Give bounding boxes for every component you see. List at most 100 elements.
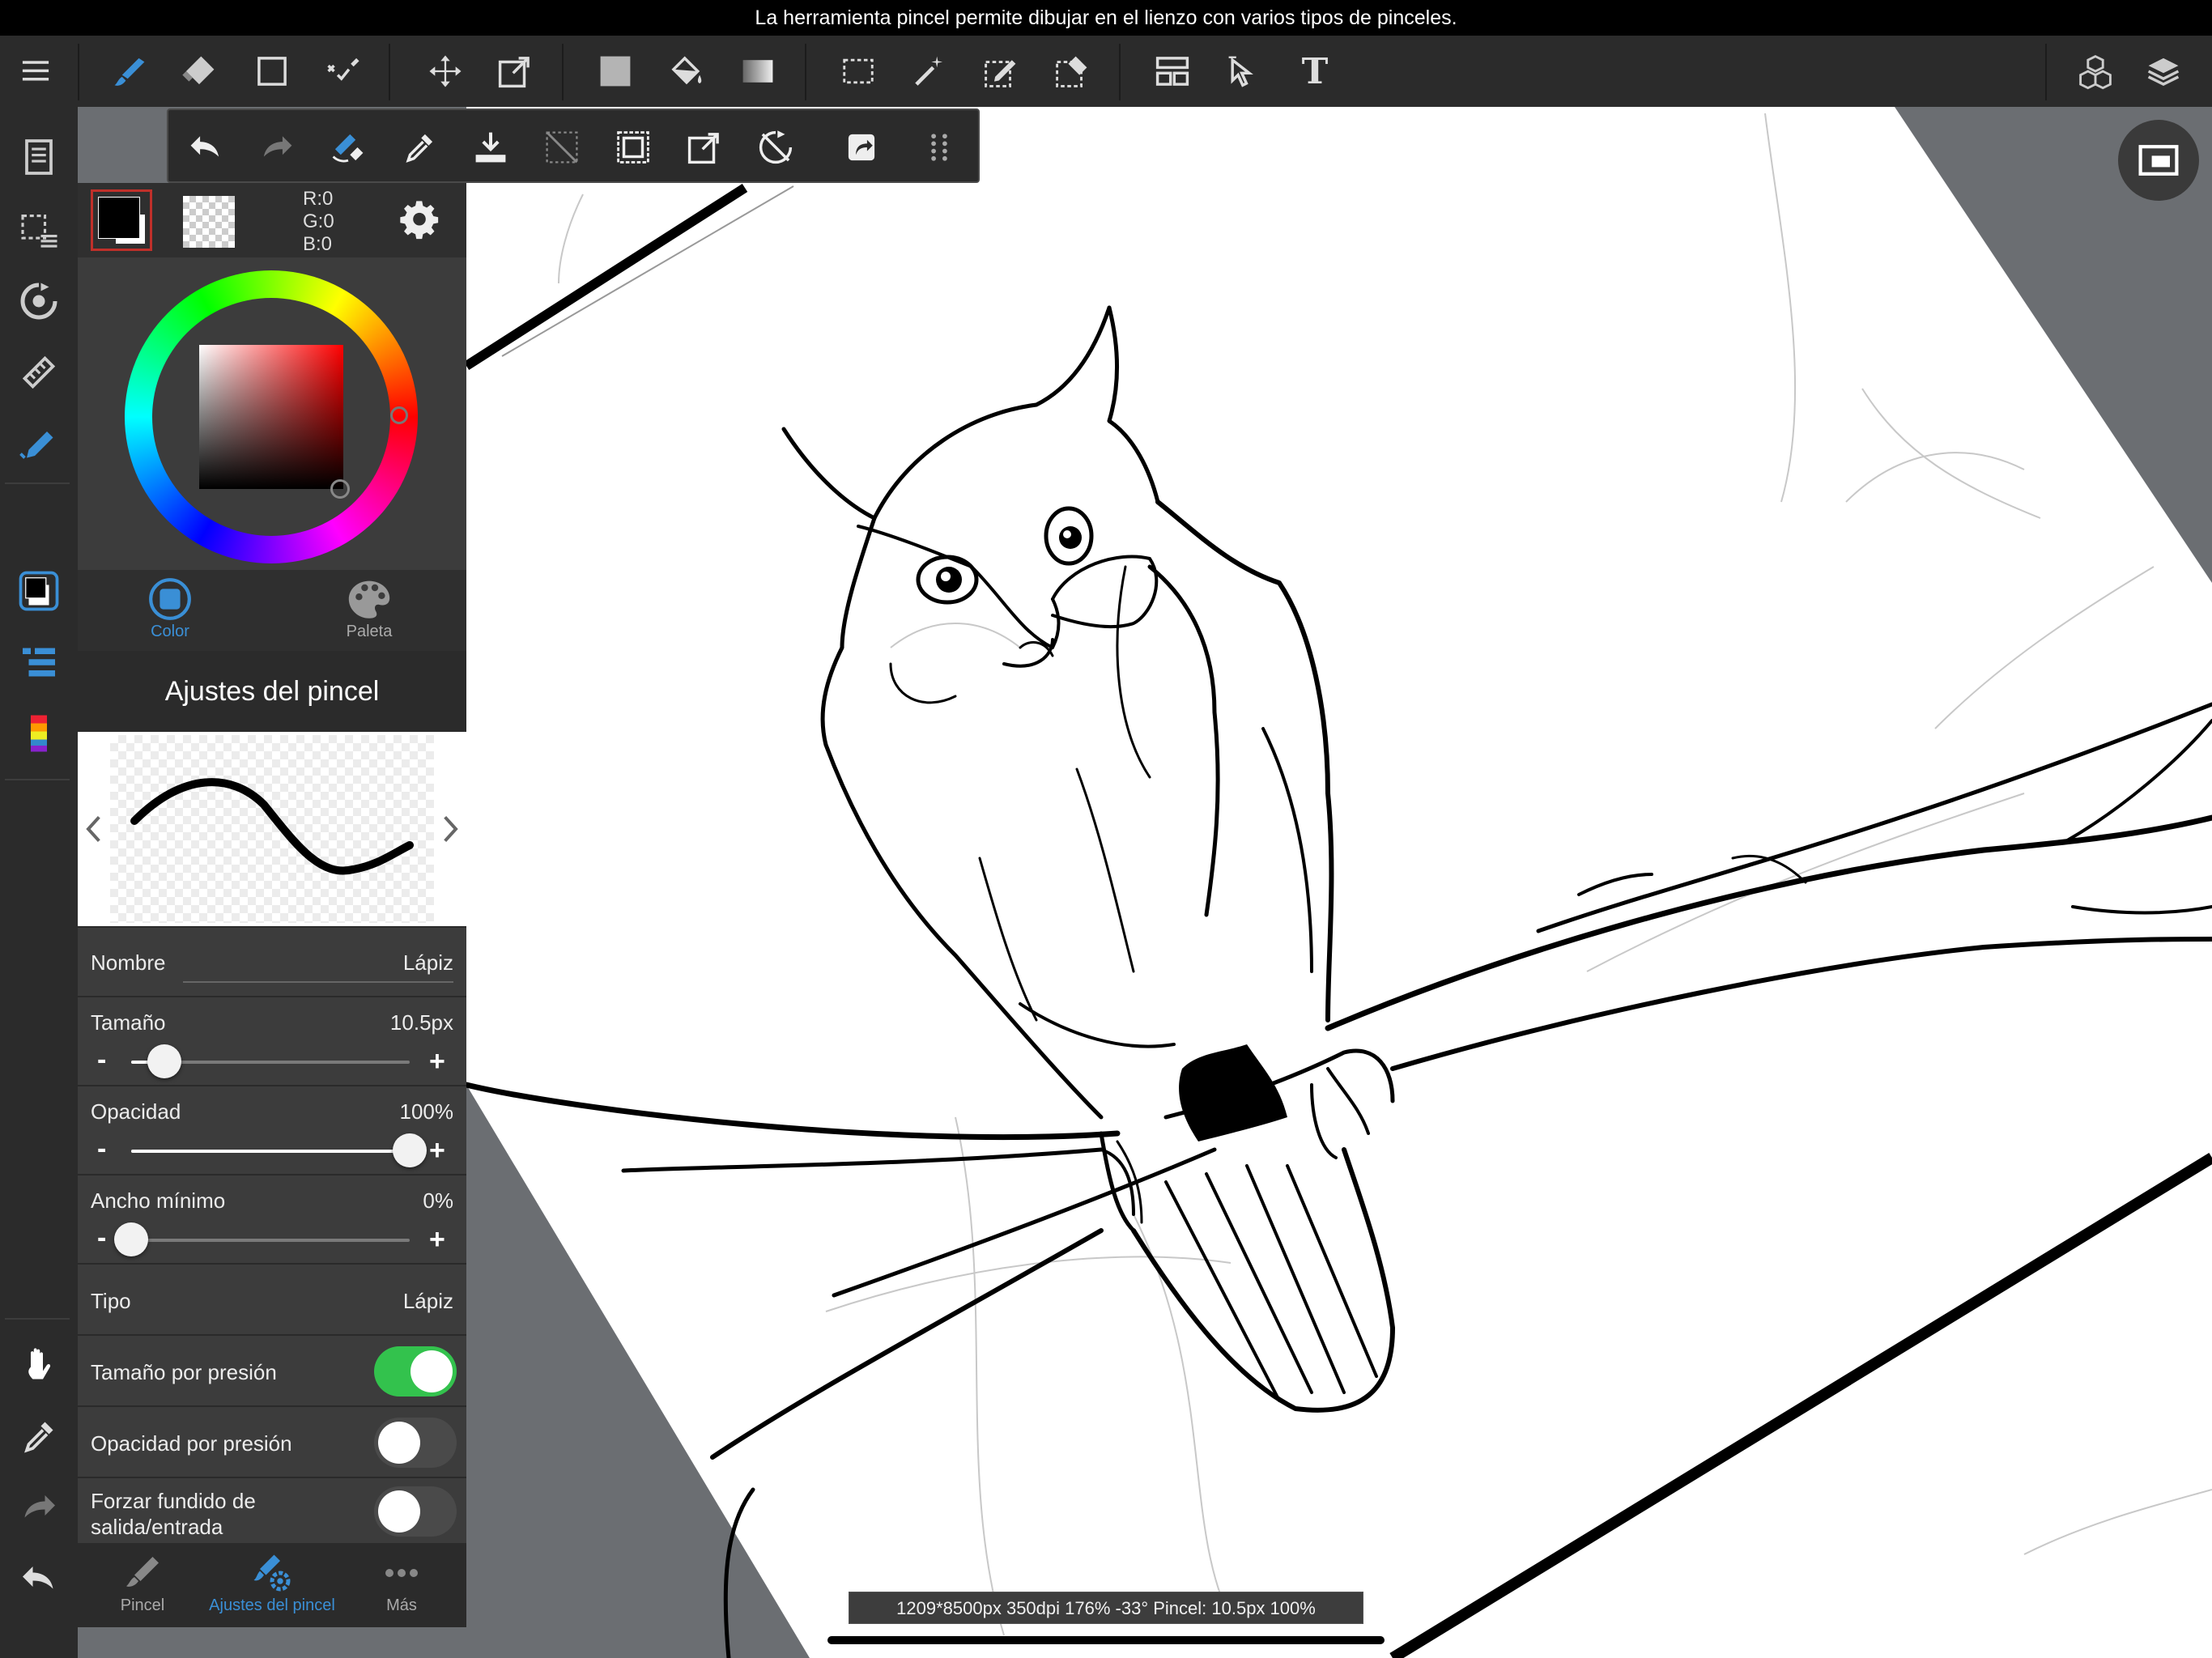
type-value[interactable]: Lápiz — [403, 1289, 453, 1314]
gradient-icon[interactable] — [734, 47, 782, 96]
layer-list-icon[interactable] — [13, 636, 65, 688]
min-width-label: Ancho mínimo — [91, 1188, 226, 1213]
undo-icon[interactable] — [180, 121, 232, 173]
min-width-decrease-button[interactable]: - — [97, 1224, 106, 1252]
view-toggle-button[interactable] — [2118, 120, 2199, 201]
save-layer-icon[interactable] — [465, 121, 517, 173]
rotate-canvas-icon[interactable] — [13, 275, 65, 327]
home-indicator[interactable] — [827, 1636, 1385, 1644]
fill-color-icon[interactable] — [591, 47, 640, 96]
eraser-icon[interactable] — [175, 47, 223, 96]
tab-brush-settings[interactable]: Ajustes del pincel — [207, 1543, 337, 1627]
material-icon[interactable] — [2071, 47, 2120, 96]
pressure-opacity-toggle[interactable] — [374, 1418, 457, 1468]
share-icon[interactable] — [836, 121, 887, 173]
min-width-slider[interactable] — [114, 1222, 410, 1256]
tab-brush-settings-label: Ajustes del pincel — [209, 1596, 335, 1614]
type-row[interactable]: Tipo Lápiz — [78, 1263, 466, 1334]
brush-name-row[interactable]: Nombre Lápiz — [78, 926, 466, 996]
min-width-increase-button[interactable]: + — [429, 1226, 445, 1253]
size-increase-button[interactable]: + — [429, 1048, 445, 1075]
pressure-opacity-label: Opacidad por presión — [91, 1431, 292, 1456]
foreground-color-swatch[interactable] — [91, 189, 152, 251]
tab-more[interactable]: Más — [337, 1543, 466, 1627]
clear-layer-icon[interactable] — [536, 121, 588, 173]
reset-rotation-icon[interactable] — [750, 121, 802, 173]
size-slider-knob[interactable] — [147, 1044, 182, 1078]
pressure-opacity-row: Opacidad por presión — [78, 1405, 466, 1477]
color-panel: R:0 G:0 B:0 Color Paleta — [78, 183, 466, 651]
stroke-correction-icon[interactable] — [319, 47, 368, 96]
status-message: La herramienta pincel permite dibujar en… — [755, 6, 1457, 29]
brush-icon — [126, 1557, 159, 1587]
panel-title: Ajustes del pincel — [78, 651, 466, 732]
opacity-slider-knob[interactable] — [393, 1133, 427, 1167]
select-eraser-icon[interactable] — [1048, 47, 1096, 96]
transform-icon[interactable] — [678, 121, 730, 173]
previous-brush-icon[interactable] — [83, 813, 107, 845]
fade-toggle[interactable] — [374, 1486, 457, 1537]
pressure-size-label: Tamaño por presión — [91, 1360, 277, 1384]
operation-icon[interactable] — [1219, 47, 1268, 96]
select-all-icon[interactable] — [607, 121, 659, 173]
left-side-toolbar — [0, 107, 78, 1658]
select-icon[interactable] — [834, 47, 883, 96]
eyedropper-icon[interactable] — [393, 121, 445, 173]
eyedropper-icon[interactable] — [13, 1410, 65, 1462]
select-pen-icon[interactable] — [976, 47, 1025, 96]
shape-icon[interactable] — [248, 47, 296, 96]
menu-icon[interactable] — [11, 47, 60, 96]
color-marker[interactable] — [330, 479, 350, 499]
magic-wand-icon[interactable] — [905, 47, 954, 96]
pressure-size-row: Tamaño por presión — [78, 1334, 466, 1405]
size-value: 10.5px — [389, 1010, 453, 1035]
hue-marker[interactable] — [390, 406, 408, 424]
undo-icon[interactable] — [13, 1553, 65, 1605]
next-brush-icon[interactable] — [437, 813, 462, 845]
pressure-size-toggle[interactable] — [374, 1346, 457, 1397]
selection-layer-icon[interactable] — [13, 204, 65, 256]
color-palette-strip-icon[interactable] — [13, 708, 65, 759]
size-decrease-button[interactable]: - — [97, 1046, 106, 1073]
brush-settings-panel: Ajustes del pincel Nombre Lápiz Tamaño 1… — [78, 651, 466, 1543]
tab-brush[interactable]: Pincel — [78, 1543, 207, 1627]
redo-icon[interactable] — [251, 121, 303, 173]
brush-eraser-switch-icon[interactable] — [322, 121, 374, 173]
opacity-slider[interactable] — [131, 1133, 427, 1167]
gear-icon[interactable] — [398, 199, 440, 241]
bottom-tab-bar: Pincel Ajustes del pincel Más — [78, 1543, 466, 1627]
opacity-decrease-button[interactable]: - — [97, 1135, 106, 1163]
fade-row: Forzar fundido de salida/entrada — [78, 1477, 466, 1543]
brush-icon[interactable] — [105, 47, 154, 96]
hand-icon[interactable] — [13, 1339, 65, 1391]
bucket-icon[interactable] — [662, 47, 711, 96]
tab-color[interactable]: Color — [121, 570, 219, 651]
drag-handle-icon[interactable] — [913, 121, 965, 173]
frame-divider-icon[interactable] — [1148, 47, 1197, 96]
status-message-bar: La herramienta pincel permite dibujar en… — [0, 0, 2212, 36]
snap-pen-icon[interactable] — [13, 418, 65, 470]
size-slider[interactable] — [131, 1044, 410, 1078]
color-swatch-icon[interactable] — [13, 565, 65, 617]
palette-icon — [348, 580, 390, 619]
saturation-value-square[interactable] — [199, 345, 343, 489]
type-label: Tipo — [91, 1289, 131, 1313]
ruler-icon[interactable] — [13, 346, 65, 398]
color-circle-icon — [149, 578, 191, 620]
opacity-value: 100% — [399, 1099, 454, 1124]
layers-icon[interactable] — [2139, 47, 2188, 96]
tab-palette[interactable]: Paleta — [321, 570, 418, 651]
opacity-label: Opacidad — [91, 1099, 181, 1124]
name-value[interactable]: Lápiz — [403, 950, 453, 976]
move-icon[interactable] — [421, 47, 470, 96]
name-label: Nombre — [91, 950, 166, 975]
transparent-color-swatch[interactable] — [183, 196, 235, 248]
redo-icon[interactable] — [13, 1482, 65, 1533]
pages-icon[interactable] — [13, 131, 65, 183]
text-icon[interactable]: T — [1291, 47, 1339, 96]
min-width-slider-knob[interactable] — [114, 1222, 148, 1256]
tab-more-label: Más — [386, 1596, 417, 1614]
transform-icon[interactable] — [491, 47, 539, 96]
size-row: Tamaño 10.5px - + — [78, 996, 466, 1085]
opacity-increase-button[interactable]: + — [429, 1137, 445, 1164]
